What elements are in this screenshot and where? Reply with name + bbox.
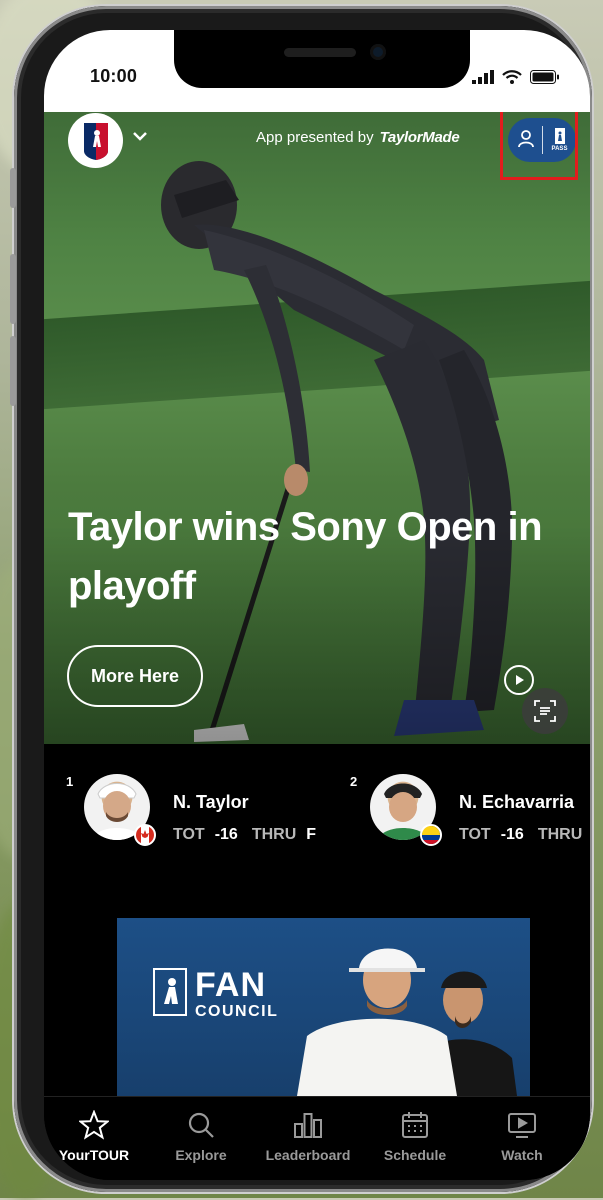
phone-side-button	[10, 254, 16, 324]
player-stats: TOT -16 THRU F	[173, 826, 330, 844]
tot-label: TOT	[173, 826, 205, 843]
tot-value: -16	[500, 826, 524, 843]
tab-label: Watch	[501, 1147, 543, 1163]
bar-chart-icon	[258, 1109, 358, 1141]
hero-video[interactable]: App presented by TaylorMade PASS Taylor w…	[44, 100, 590, 744]
leaderboard-strip[interactable]: 1 N. Taylor TOT -16 THRU F 2 N. Echavarr…	[44, 744, 590, 864]
sponsor-presented-label: App presented by	[256, 129, 374, 146]
tot-label: TOT	[459, 826, 491, 843]
play-screen-icon	[472, 1109, 572, 1141]
bottom-tab-bar: YourTOUR Explore Leaderboard Schedule Wa…	[44, 1096, 590, 1180]
thru-label: THRU	[537, 826, 583, 843]
more-here-button[interactable]: More Here	[67, 645, 203, 707]
tab-watch[interactable]: Watch	[472, 1109, 572, 1163]
star-icon	[44, 1109, 144, 1141]
tot-value: -16	[214, 826, 238, 843]
sponsor-line: App presented by TaylorMade	[256, 129, 460, 146]
status-time: 10:00	[90, 66, 138, 86]
pga-tour-logo-button[interactable]	[68, 113, 123, 168]
phone-side-button	[10, 168, 16, 208]
play-icon[interactable]	[504, 665, 534, 695]
tab-yourtour[interactable]: YourTOUR	[44, 1109, 144, 1163]
flag-canada-icon	[134, 824, 156, 846]
tab-label: YourTOUR	[58, 1147, 130, 1163]
cellular-signal-icon	[472, 70, 494, 84]
notch-speaker	[284, 48, 356, 57]
hero-headline[interactable]: Taylor wins Sony Open in playoff	[68, 498, 568, 616]
battery-icon	[530, 70, 559, 84]
thru-value: F	[306, 826, 317, 843]
highlight-box	[500, 108, 578, 180]
leaderboard-player[interactable]: 1 N. Taylor TOT -16 THRU F	[44, 744, 334, 864]
thru-label: THRU	[251, 826, 297, 843]
player-name: N. Echavarria	[459, 792, 575, 812]
wifi-icon	[502, 70, 522, 84]
fan-council-banner[interactable]: FAN COUNCIL	[117, 918, 530, 1096]
player-stats: TOT-16THRUF	[459, 826, 590, 844]
golfers-image	[297, 948, 517, 1096]
tab-label: Explore	[175, 1147, 227, 1163]
phone-screen: App presented by TaylorMade PASS Taylor w…	[44, 30, 590, 1180]
leaderboard-player[interactable]: 2 N. Echavarria TOT-16THRUF	[330, 744, 590, 864]
tab-schedule[interactable]: Schedule	[365, 1109, 465, 1163]
tab-explore[interactable]: Explore	[151, 1109, 251, 1163]
sponsor-logo-text: TaylorMade	[379, 129, 460, 146]
player-name: N. Taylor	[173, 792, 249, 812]
scan-icon[interactable]	[522, 688, 568, 734]
chevron-down-icon[interactable]	[132, 128, 148, 146]
tab-label: Schedule	[383, 1147, 447, 1163]
status-bar: 10:00	[44, 30, 590, 112]
phone-notch	[174, 30, 470, 88]
phone-side-button	[10, 336, 16, 406]
flag-colombia-icon	[420, 824, 442, 846]
player-rank: 1	[66, 774, 74, 789]
notch-camera	[370, 44, 386, 60]
calendar-icon	[365, 1109, 465, 1141]
player-rank: 2	[350, 774, 358, 789]
search-icon	[151, 1109, 251, 1141]
phone-frame: App presented by TaylorMade PASS Taylor w…	[10, 6, 592, 1192]
tab-label: Leaderboard	[265, 1147, 351, 1163]
tab-leaderboard[interactable]: Leaderboard	[258, 1109, 358, 1163]
status-icons	[472, 68, 560, 84]
pga-tour-logo-icon	[83, 122, 108, 160]
